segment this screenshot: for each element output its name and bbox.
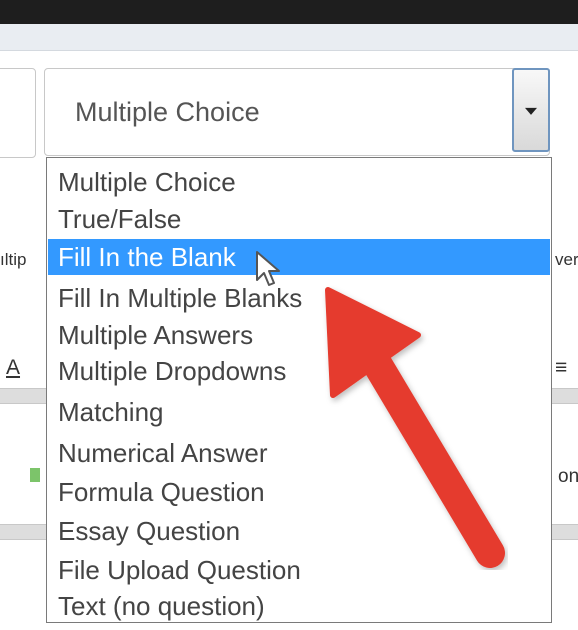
top-dark-bar [0,0,578,24]
list-icon[interactable]: ≡ [555,356,567,380]
background-label-left: ıltip [0,250,27,269]
option-true-false[interactable]: True/False [48,203,550,235]
font-color-icon[interactable]: A [6,356,20,380]
editor-rule-left-2 [0,524,46,540]
question-type-select[interactable]: Multiple Choice [44,68,550,156]
option-multiple-choice[interactable]: Multiple Choice [48,166,550,198]
status-indicator [30,468,40,482]
background-label-right: ver [555,250,578,269]
chevron-down-icon [525,107,537,115]
question-name-field[interactable] [0,68,36,158]
select-value: Multiple Choice [75,97,260,127]
option-text-no-question[interactable]: Text (no question) [48,590,550,622]
editor-rule-left [0,388,46,404]
mouse-pointer-icon [256,251,280,286]
dropdown-toggle-button[interactable] [512,68,550,152]
editor-rule-right-2 [552,524,578,540]
annotation-arrow-icon [325,287,505,568]
editor-rule-right [552,388,578,404]
background-text-right: on [558,466,578,487]
option-fill-in-the-blank[interactable]: Fill In the Blank [48,239,550,275]
toolbar-strip [0,24,578,51]
